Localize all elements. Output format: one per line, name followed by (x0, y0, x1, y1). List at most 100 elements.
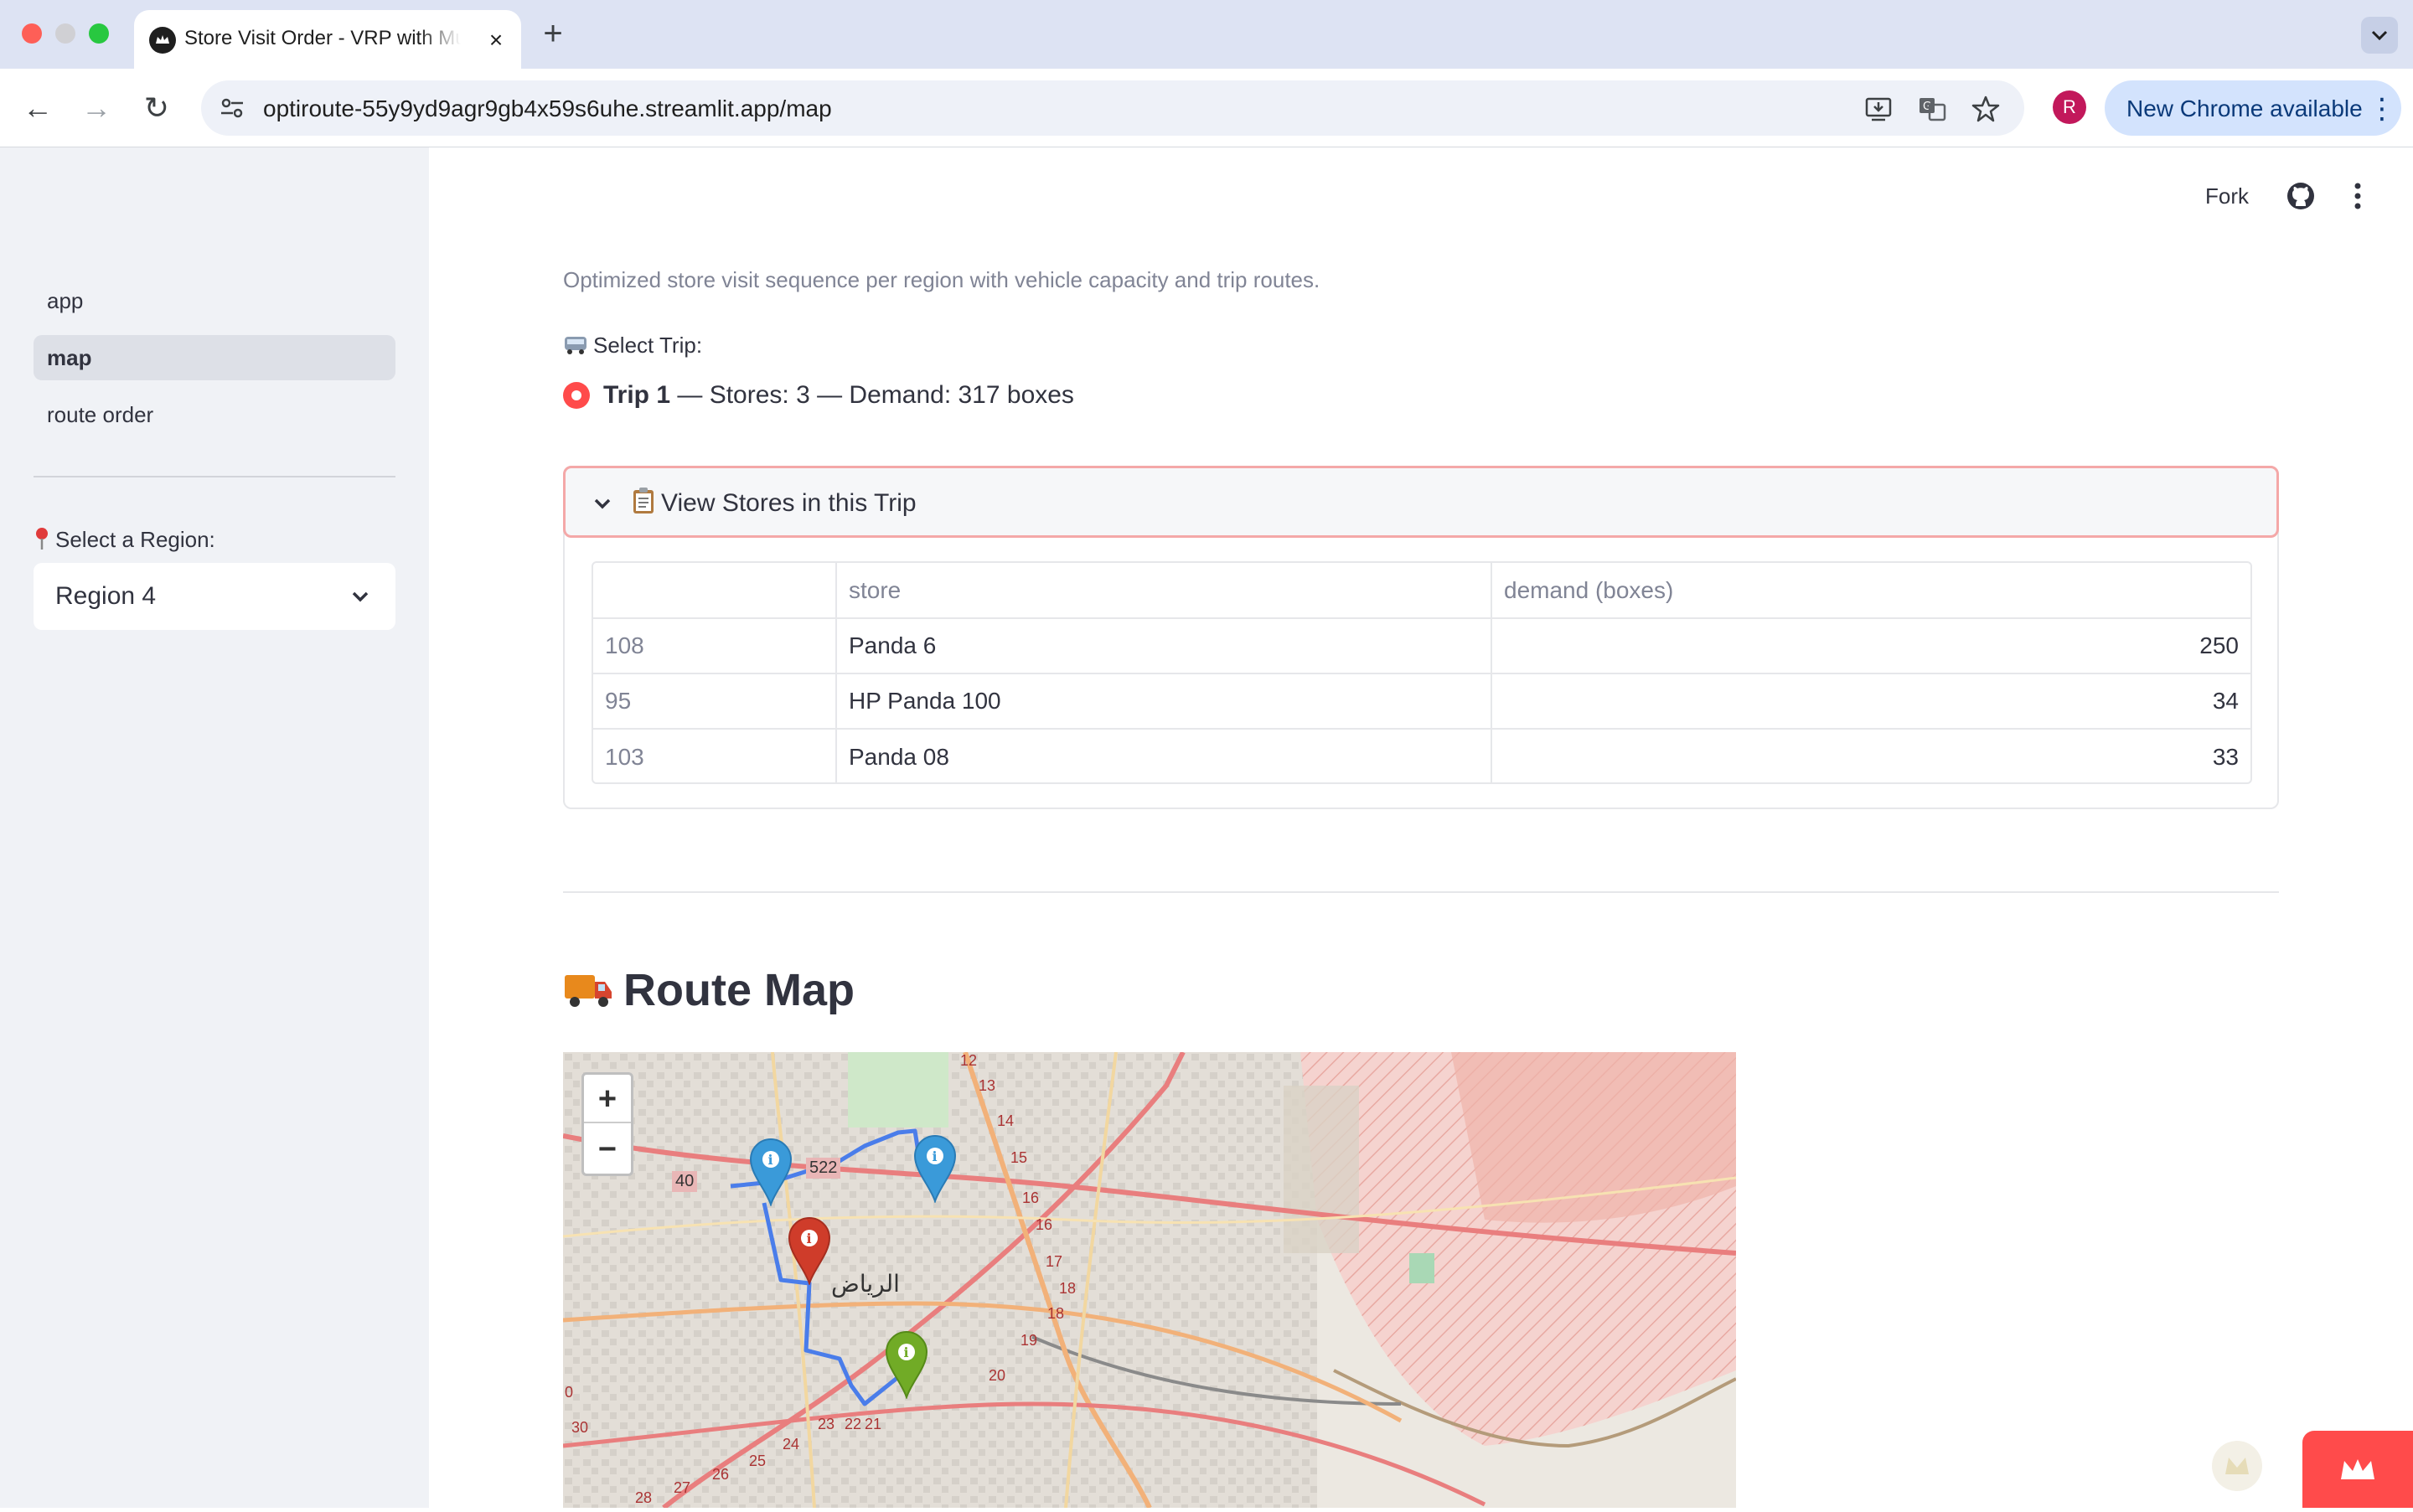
demand-cell[interactable]: 34 (1491, 673, 2250, 730)
forward-icon[interactable]: → (75, 87, 117, 129)
trip-option-label[interactable]: Trip 1 — Stores: 3 — Demand: 317 boxes (603, 377, 1074, 414)
map-marker-store[interactable]: i (747, 1136, 794, 1206)
url-text[interactable]: optiroute-55y9yd9agr9gb4x59s6uhe.streaml… (263, 92, 832, 126)
road-label: 30 (571, 1419, 589, 1436)
road-label: 20 (989, 1367, 1006, 1384)
route-map[interactable]: 40 522 12 13 14 15 16 16 17 18 18 19 20 … (563, 1052, 1736, 1508)
store-cell[interactable]: HP Panda 100 (836, 673, 1492, 730)
select-trip-label: Select Trip: (563, 328, 702, 362)
browser-tab-active[interactable]: Store Visit Order - VRP with Multi × (134, 10, 521, 69)
road-label: 26 (712, 1466, 730, 1483)
crown-icon (2341, 1459, 2374, 1479)
maximize-window-button[interactable] (89, 23, 109, 44)
demand-cell[interactable]: 33 (1491, 729, 2250, 782)
trip-radio-button[interactable] (563, 382, 590, 409)
region-select-value: Region 4 (55, 582, 157, 610)
table-row: 103 Panda 08 33 (593, 729, 2250, 782)
streamlit-badge-icon[interactable] (2212, 1441, 2262, 1491)
map-zoom-control: + − (581, 1072, 633, 1176)
road-label: 15 (1010, 1149, 1028, 1166)
new-chrome-available-button[interactable]: New Chrome available ⋮ (2105, 80, 2401, 136)
road-label: 24 (783, 1436, 800, 1453)
stores-expander: View Stores in this Trip store demand (b… (563, 466, 2279, 809)
delivery-truck-icon (565, 975, 612, 1007)
zoom-out-button[interactable]: − (584, 1125, 631, 1174)
table-row: 95 HP Panda 100 34 (593, 673, 2250, 730)
tab-title: Store Visit Order - VRP with Multi (184, 27, 461, 49)
bookmark-star-icon[interactable] (1971, 94, 2001, 124)
column-header-index[interactable] (593, 563, 837, 619)
tab-search-button[interactable] (2361, 17, 2398, 54)
table-header-row: store demand (boxes) (593, 563, 2250, 619)
map-tiles[interactable] (563, 1052, 1736, 1508)
info-icon: i (807, 1231, 812, 1246)
region-label-text: Select a Region: (55, 527, 215, 552)
stores-dataframe[interactable]: store demand (boxes) 108 Panda 6 250 95 … (592, 561, 2252, 784)
road-label: 21 (865, 1416, 882, 1432)
region-select[interactable]: Region 4 (34, 563, 395, 630)
site-info-icon[interactable] (218, 94, 246, 122)
sidebar-divider (34, 476, 395, 477)
row-index[interactable]: 95 (593, 673, 837, 730)
zoom-in-button[interactable]: + (584, 1075, 631, 1123)
map-marker-store[interactable]: i (912, 1133, 958, 1203)
chevron-down-icon (594, 498, 611, 509)
browser-toolbar: ← → ↻ optiroute-55y9yd9agr9gb4x59s6uhe.s… (0, 69, 2413, 147)
region-label: Select a Region: (34, 523, 215, 556)
install-app-icon[interactable] (1863, 94, 1894, 124)
manage-app-button[interactable] (2302, 1431, 2413, 1508)
map-marker-depot[interactable]: i (786, 1215, 833, 1285)
info-icon: i (933, 1148, 938, 1164)
trip-option-details: — Stores: 3 — Demand: 317 boxes (670, 381, 1074, 409)
road-label: 18 (1047, 1305, 1065, 1322)
sidebar-item-app[interactable]: app (34, 278, 395, 323)
route-map-heading-text: Route Map (623, 965, 855, 1015)
map-marker-start[interactable]: i (883, 1329, 930, 1399)
address-bar[interactable]: optiroute-55y9yd9agr9gb4x59s6uhe.streaml… (201, 80, 2024, 136)
main-menu-icon[interactable] (2348, 179, 2368, 213)
demand-cell[interactable]: 250 (1491, 618, 2250, 674)
fork-button[interactable]: Fork (2205, 179, 2249, 213)
store-cell[interactable]: Panda 08 (836, 729, 1492, 782)
road-label: 25 (749, 1453, 767, 1469)
road-label: 0 (565, 1384, 574, 1401)
profile-avatar[interactable]: R (2053, 90, 2086, 124)
expander-title-text: View Stores in this Trip (661, 489, 917, 517)
road-label: 16 (1022, 1189, 1040, 1206)
back-icon[interactable]: ← (17, 87, 59, 129)
column-header-demand[interactable]: demand (boxes) (1491, 563, 2250, 619)
row-index[interactable]: 103 (593, 729, 837, 782)
road-label: 28 (635, 1489, 653, 1506)
stores-expander-header[interactable]: View Stores in this Trip (563, 466, 2279, 538)
chrome-menu-icon[interactable]: ⋮ (2368, 92, 2396, 126)
github-icon[interactable] (2286, 181, 2316, 211)
sidebar-item-route-order[interactable]: route order (34, 392, 395, 437)
info-icon: i (768, 1152, 773, 1168)
translate-icon[interactable]: G (1917, 94, 1947, 124)
minimize-window-button[interactable] (55, 23, 75, 44)
column-header-store[interactable]: store (836, 563, 1492, 619)
sidebar-item-map[interactable]: map (34, 335, 395, 380)
bus-icon (565, 337, 586, 354)
update-label: New Chrome available (2126, 95, 2363, 121)
row-index[interactable]: 108 (593, 618, 837, 674)
road-label: 12 (960, 1052, 978, 1069)
sidebar: app map route order Select a Region: Reg… (0, 147, 429, 1508)
main-content: Fork Optimized store visit sequence per … (429, 147, 2413, 1508)
road-label: 22 (845, 1416, 862, 1432)
route-map-heading: Route Map (563, 958, 855, 1022)
road-label: 27 (674, 1479, 691, 1496)
browser-tab-bar: Store Visit Order - VRP with Multi × + (0, 0, 2413, 69)
new-tab-button[interactable]: + (536, 15, 570, 52)
reload-icon[interactable]: ↻ (136, 87, 178, 129)
road-label: 40 (672, 1171, 698, 1192)
pushpin-icon (36, 528, 48, 550)
store-cell[interactable]: Panda 6 (836, 618, 1492, 674)
close-window-button[interactable] (22, 23, 42, 44)
road-label: 17 (1046, 1253, 1063, 1270)
tab-close-icon[interactable]: × (483, 27, 509, 54)
road-label: 19 (1020, 1332, 1038, 1349)
expander-title: View Stores in this Trip (631, 485, 917, 522)
table-row: 108 Panda 6 250 (593, 618, 2250, 674)
road-label: 522 (806, 1158, 841, 1179)
